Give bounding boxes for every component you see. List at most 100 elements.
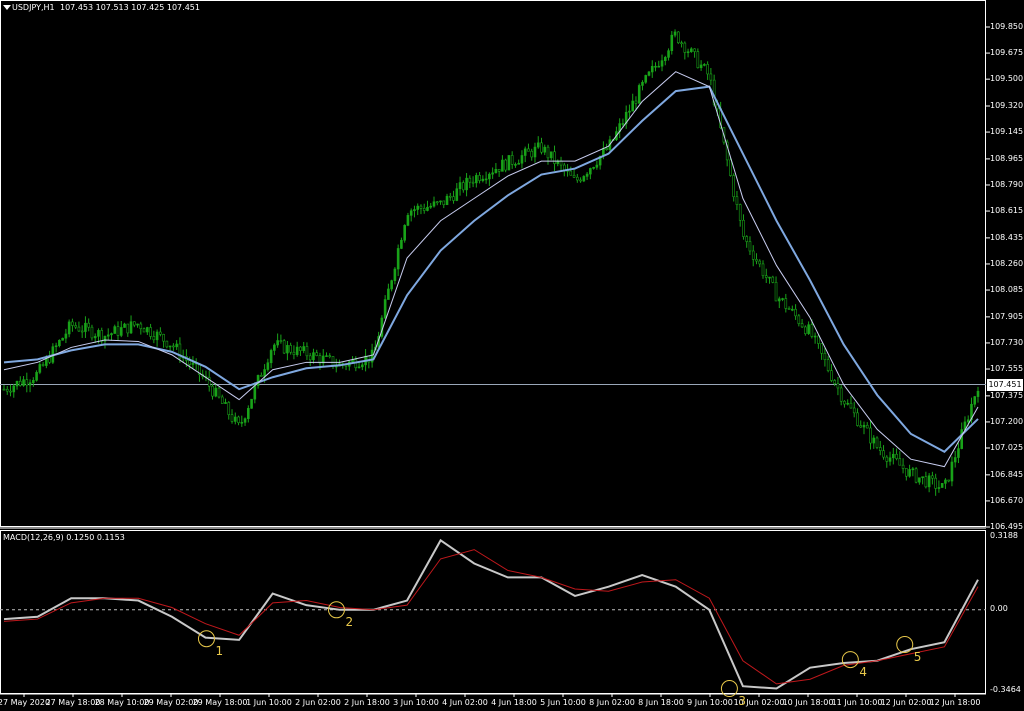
candle-body bbox=[621, 123, 625, 125]
candle-body bbox=[950, 461, 954, 482]
marker-circle bbox=[896, 636, 914, 654]
candle-body bbox=[843, 400, 846, 405]
candle-body bbox=[530, 150, 534, 158]
candle-body bbox=[5, 388, 9, 392]
candle-body bbox=[211, 385, 214, 397]
candle-body bbox=[9, 390, 12, 393]
symbol-dropdown-icon[interactable] bbox=[3, 5, 11, 10]
candle-body bbox=[419, 205, 423, 209]
candle-body bbox=[976, 390, 980, 397]
candle-body bbox=[764, 275, 768, 278]
time-axis-label: 4 Jun 18:00 bbox=[491, 698, 537, 707]
candle-body bbox=[706, 64, 709, 75]
candle-body bbox=[536, 142, 540, 148]
time-axis-label: 1 Jun 10:00 bbox=[246, 698, 292, 707]
candle-body bbox=[84, 322, 87, 332]
candle-body bbox=[442, 200, 446, 206]
candle-body bbox=[237, 416, 240, 423]
chart-canvas bbox=[0, 0, 990, 698]
time-axis-label: 11 Jun 10:00 bbox=[831, 698, 883, 707]
candle-body bbox=[162, 334, 165, 342]
candle-body bbox=[507, 155, 511, 171]
candle-body bbox=[839, 387, 843, 402]
candle-body bbox=[878, 447, 882, 451]
candle-body bbox=[859, 425, 863, 428]
price-axis-label: 109.320 bbox=[990, 100, 1024, 110]
candle-body bbox=[149, 327, 152, 337]
candle-body bbox=[452, 196, 455, 201]
candle-body bbox=[869, 427, 872, 444]
time-axis-label: 10 Jun 18:00 bbox=[782, 698, 834, 707]
candle-body bbox=[93, 336, 97, 339]
candle-body bbox=[80, 330, 84, 333]
candle-body bbox=[924, 476, 928, 488]
candle-body bbox=[677, 31, 680, 44]
candle-body bbox=[589, 168, 592, 175]
chart-window: USDJPY,H1 107.453 107.513 107.425 107.45… bbox=[0, 0, 1024, 711]
marker-circle bbox=[841, 651, 859, 669]
candle-body bbox=[940, 483, 944, 488]
candle-body bbox=[748, 241, 752, 252]
price-axis-label: 108.790 bbox=[990, 179, 1024, 189]
candle-body bbox=[468, 177, 472, 183]
candle-body bbox=[295, 346, 299, 355]
candle-body bbox=[354, 359, 358, 369]
candle-body bbox=[846, 402, 849, 405]
candle-body bbox=[458, 182, 462, 190]
candle-body bbox=[797, 315, 801, 324]
macd-axis-top: 0.3188 bbox=[990, 531, 1018, 540]
candle-body bbox=[273, 344, 276, 351]
symbol-label: USDJPY,H1 bbox=[12, 3, 55, 12]
candle-body bbox=[289, 345, 292, 353]
candle-body bbox=[774, 282, 778, 302]
candle-body bbox=[628, 110, 631, 113]
candle-body bbox=[944, 479, 947, 484]
candle-body bbox=[279, 340, 283, 342]
ma-fast-line bbox=[3, 71, 979, 468]
time-axis-label: 29 May 18:00 bbox=[192, 698, 248, 707]
candle-body bbox=[514, 164, 517, 166]
candle-body bbox=[119, 327, 123, 336]
candle-body bbox=[836, 383, 840, 389]
candle-body bbox=[429, 205, 433, 208]
candle-body bbox=[517, 162, 520, 165]
candle-body bbox=[292, 351, 296, 355]
time-axis-label: 27 May 2020 bbox=[0, 698, 51, 707]
candle-body bbox=[133, 321, 136, 326]
candle-body bbox=[650, 65, 654, 73]
candle-body bbox=[230, 414, 234, 422]
candle-body bbox=[667, 50, 670, 58]
candle-body bbox=[823, 352, 827, 361]
macd-line bbox=[3, 538, 979, 690]
candle-body bbox=[820, 343, 823, 354]
candle-body bbox=[129, 321, 133, 334]
candle-body bbox=[432, 201, 436, 207]
candle-body bbox=[142, 328, 146, 333]
candle-body bbox=[690, 48, 693, 53]
candle-body bbox=[732, 175, 735, 198]
candle-body bbox=[155, 331, 159, 341]
marker-label: 1 bbox=[215, 643, 224, 658]
marker-label: 2 bbox=[345, 614, 354, 629]
candle-body bbox=[657, 65, 661, 68]
candle-body bbox=[520, 155, 524, 164]
candle-body bbox=[422, 208, 426, 211]
candle-body bbox=[224, 402, 227, 404]
candle-body bbox=[693, 48, 696, 52]
price-axis-label: 109.675 bbox=[990, 48, 1024, 58]
candle-body bbox=[901, 464, 905, 469]
time-axis-label: 5 Jun 10:00 bbox=[540, 698, 586, 707]
candle-body bbox=[882, 450, 885, 458]
candle-body bbox=[504, 159, 507, 171]
candle-body bbox=[455, 188, 459, 201]
candle-body bbox=[383, 299, 387, 319]
price-axis-label: 107.555 bbox=[990, 364, 1024, 374]
price-axis-label: 108.435 bbox=[990, 232, 1024, 242]
candle-body bbox=[553, 151, 556, 164]
candle-body bbox=[481, 178, 485, 181]
candle-body bbox=[755, 259, 758, 262]
candle-body bbox=[791, 308, 794, 311]
candle-body bbox=[214, 387, 218, 397]
time-axis-label: 8 Jun 18:00 bbox=[638, 698, 684, 707]
candle-body bbox=[312, 352, 315, 361]
